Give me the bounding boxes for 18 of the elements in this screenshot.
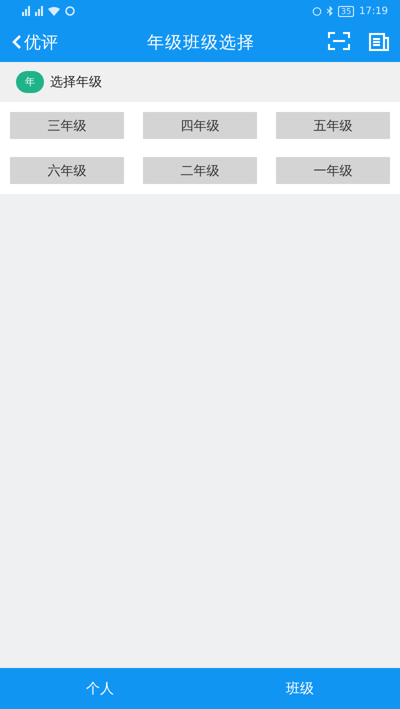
grade-button[interactable]: 五年级 [276,112,390,139]
grade-button[interactable]: 六年级 [10,157,124,184]
page-title: 年级班级选择 [146,32,256,54]
grade-button[interactable]: 二年级 [143,157,257,184]
scan-icon[interactable] [328,32,350,52]
bluetooth-icon [326,6,333,16]
grade-badge: 年 [16,71,44,93]
chevron-left-icon [12,34,22,50]
grade-button[interactable]: 一年级 [276,157,390,184]
signal-icon [35,6,43,16]
document-icon[interactable] [368,32,390,52]
signal-icon [22,6,30,16]
grade-button[interactable]: 四年级 [143,112,257,139]
section-title: 选择年级 [50,74,102,91]
wifi-icon [48,6,60,16]
clock-time: 17:19 [359,6,388,16]
battery-icon: 35 [338,6,354,16]
grade-button[interactable]: 三年级 [10,112,124,139]
